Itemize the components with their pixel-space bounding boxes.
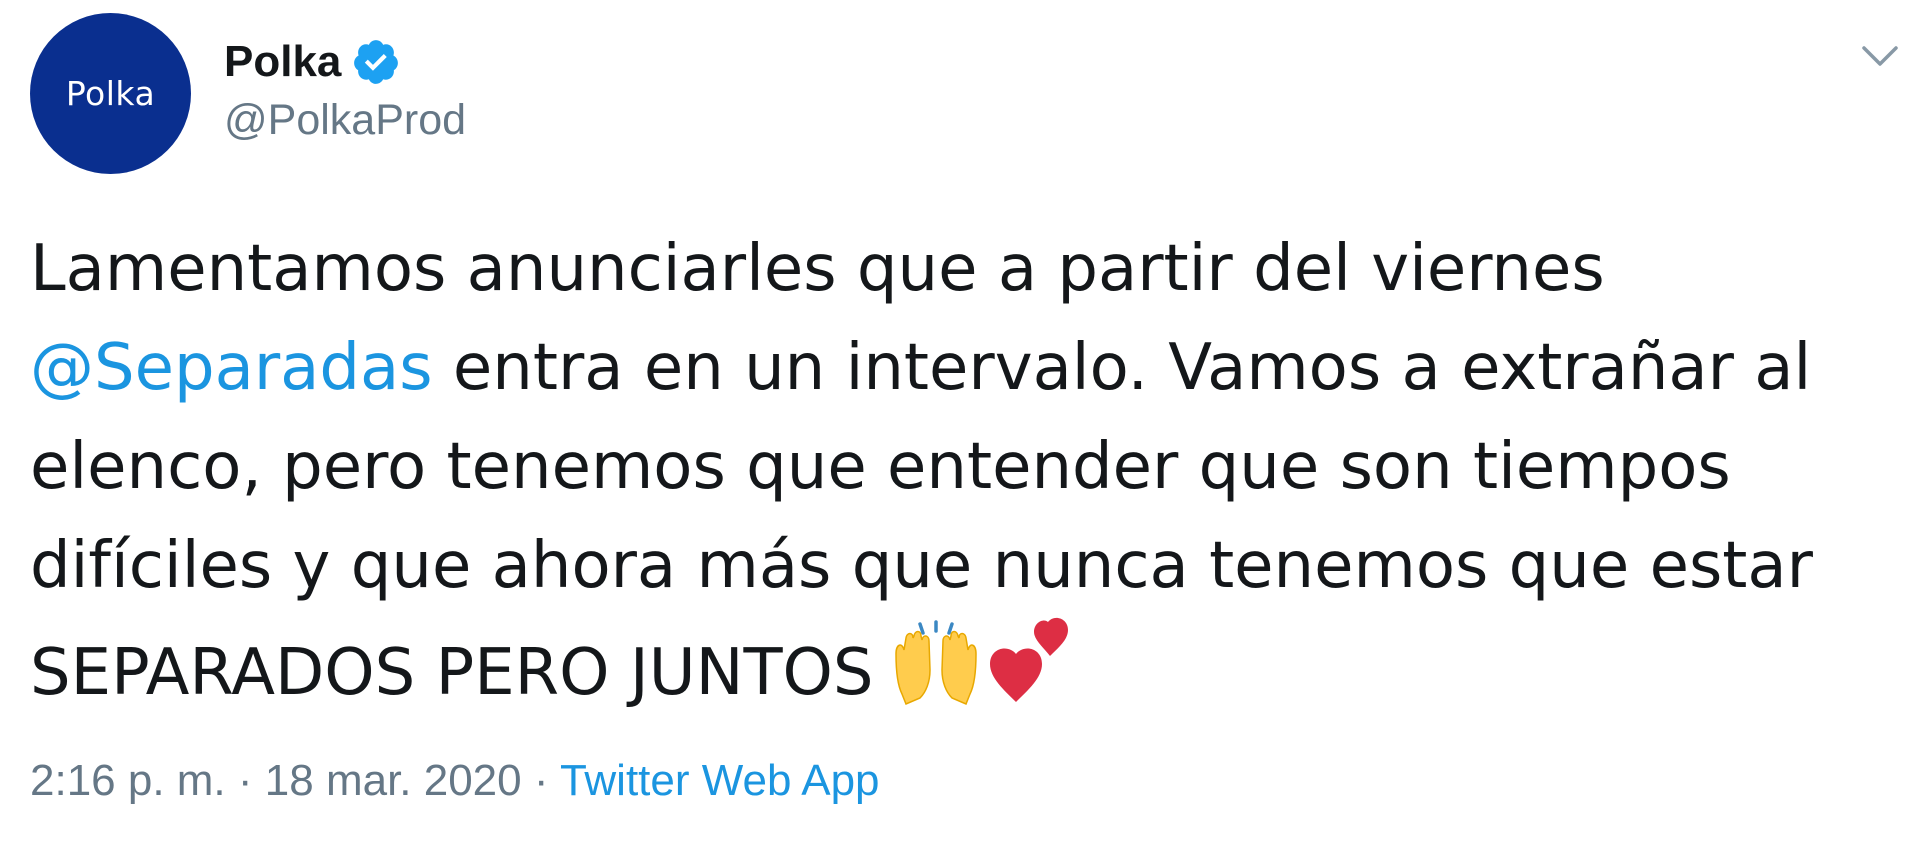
avatar[interactable]: Polka: [30, 13, 191, 174]
tweet-text-line: Lamentamos anunciarles que a partir del …: [30, 232, 1605, 306]
avatar-logo-text: Polka: [65, 74, 156, 113]
tweet-text: Lamentamos anunciarles que a partir del …: [30, 220, 1910, 723]
source-app-link[interactable]: Twitter Web App: [560, 756, 880, 805]
name-row: Polka: [224, 34, 466, 90]
tweet-text-line: difíciles y que ahora más que nunca tene…: [30, 529, 1813, 603]
chevron-down-icon[interactable]: [1858, 38, 1902, 74]
tweet-card: Polka Polka @PolkaProd Lamentamos anunci…: [0, 0, 1920, 855]
display-name[interactable]: Polka: [224, 37, 341, 87]
mention-link[interactable]: @Separadas: [30, 331, 433, 405]
tweet-meta: 2:16 p. m. · 18 mar. 2020 · Twitter Web …: [30, 756, 880, 806]
tweet-text-line: SEPARADOS PERO JUNTOS: [30, 636, 874, 710]
tweet-date[interactable]: 18 mar. 2020: [265, 756, 522, 805]
tweet-time[interactable]: 2:16 p. m.: [30, 756, 226, 805]
verified-badge-icon: [351, 37, 401, 87]
tweet-author: Polka @PolkaProd: [224, 34, 466, 145]
two-hearts-emoji-icon: [988, 616, 1080, 706]
tweet-text-line: elenco, pero tenemos que entender que so…: [30, 430, 1731, 504]
meta-separator: ·: [521, 756, 560, 805]
meta-separator: ·: [225, 756, 265, 805]
tweet-text-line: entra en un intervalo. Vamos a extrañar …: [432, 331, 1812, 405]
raising-hands-emoji-icon: [890, 620, 982, 706]
user-handle[interactable]: @PolkaProd: [224, 96, 466, 145]
